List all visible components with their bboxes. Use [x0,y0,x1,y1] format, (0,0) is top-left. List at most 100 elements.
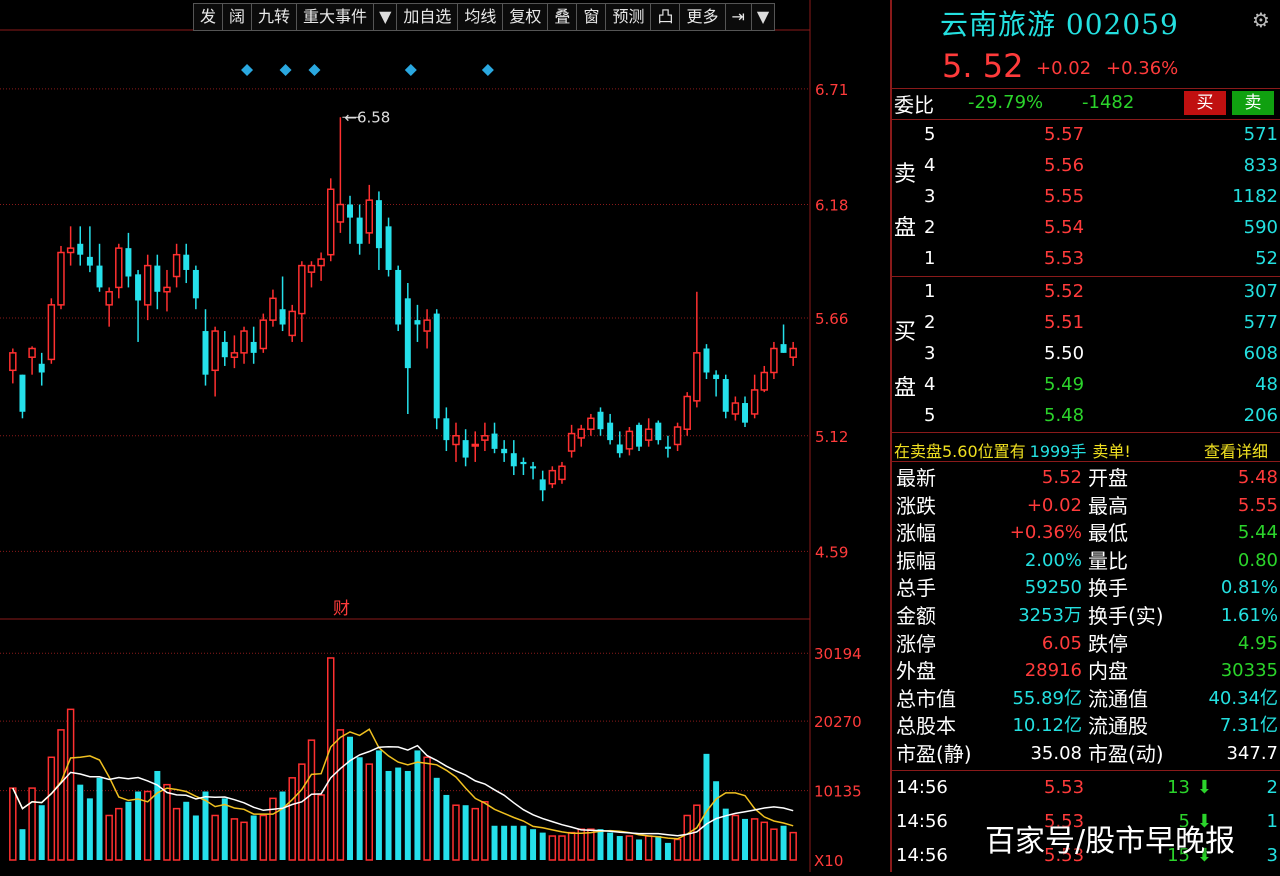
toolbar-more-button[interactable]: 更多 [680,3,726,31]
events-dropdown-icon[interactable]: ▼ [374,3,398,31]
quote-value: 5.44 [1237,522,1278,544]
sell-level: 3 [924,186,936,207]
candle-body-down [375,200,382,249]
candle-body-down [279,309,286,325]
expand-icon[interactable]: ⇥ [725,3,752,31]
volume-bar-down [742,818,748,860]
candle-body-down [491,433,498,449]
candle-body-down [616,444,623,454]
candle-body-up [336,203,345,223]
quote-value: 1.61% [1220,605,1278,626]
buy-level-row[interactable]: 4 5.49 48 [892,371,1280,399]
toolbar-add-watchlist-button[interactable]: 加自选 [397,3,459,31]
sell-button[interactable]: 卖 [1232,91,1274,115]
sell-level: 1 [924,248,936,269]
quote-value: 0.81% [1220,577,1278,599]
candle-body-down [125,248,132,277]
toolbar-window-button[interactable]: 窗 [577,3,607,31]
sell-level-row[interactable]: 3 5.55 1182 [892,183,1280,211]
volume-bar-down [347,736,353,860]
candle-body-up [317,258,325,267]
quote-value: 10.12亿 [1012,715,1082,737]
sell-price: 5.54 [1044,217,1085,238]
volume-bar-down [192,815,199,860]
stock-title: 云南旅游 002059 [940,8,1179,41]
candle-body-up [163,286,171,293]
candle-body-down [501,448,508,454]
sell-level-row[interactable]: 5 5.57 571 [892,121,1280,149]
candle-body-up [760,371,769,391]
candle-body-up [789,347,797,358]
quote-label: 内盘 [1088,659,1128,684]
price-change: +0.02 [1036,58,1092,79]
candle-body-up [143,264,152,306]
quote-label: 外盘 [896,659,936,684]
event-marker-icon [279,64,292,76]
buy-level-row[interactable]: 1 5.52 307 [892,278,1280,306]
price-tick-label: 6.18 [815,197,848,215]
view-detail-link[interactable]: 查看详细 [1204,438,1268,462]
sell-level-row[interactable]: 4 5.56 833 [892,152,1280,180]
quote-row: 外盘 28916 内盘 30335 [892,657,1280,685]
toolbar-overlay-button[interactable]: 叠 [548,3,578,31]
candle-body-up [625,430,634,450]
quote-label: 市盈(动) [1088,742,1164,766]
candle-body-down [135,274,142,301]
volume-bar-down [530,829,537,860]
candle-body-up [683,395,691,430]
volume-bar-up [307,739,316,861]
toolbar-fa-button[interactable]: 发 [193,3,224,31]
candle-body-up [28,347,36,358]
candle-body-down [597,411,604,430]
quote-row: 振幅 2.00% 量比 0.80 [892,547,1280,575]
volume-bar-up [230,818,239,861]
buy-level-row[interactable]: 5 5.48 206 [892,402,1280,430]
buy-level: 2 [924,312,936,333]
kline-chart-area[interactable]: 6.71 6.18 5.66 5.12 4.59 30194 20270 10135 X10 ←6… [0,0,890,872]
quote-panel: 云南旅游 002059 ⚙ 5. 52 +0.02 +0.36% 委比 -29.… [890,0,1280,872]
sell-level-row[interactable]: 2 5.54 590 [892,214,1280,242]
volume-bar-down [404,770,411,860]
sell-level-row[interactable]: 1 5.53 52 [892,245,1280,273]
volume-tick-label: 20270 [814,713,862,731]
candle-body-up [259,319,268,350]
toolbar-forecast-button[interactable]: 预测 [606,3,652,31]
more-dropdown-icon[interactable]: ▼ [751,3,776,31]
toolbar-adjust-button[interactable]: 复权 [503,3,549,31]
candle-body-up [567,432,576,452]
candle-body-down [414,320,421,325]
toolbar-major-events-button[interactable]: 重大事件 [297,3,375,31]
current-price: 5. 52 [942,47,1024,85]
tick-count: 2 [1266,777,1278,798]
price-change-pct: +0.36% [1106,58,1179,79]
tick-row: 14:56 5.53 13 ⬇ 2 [892,774,1280,802]
quote-row: 金额 3253万 换手(实) 1.61% [892,602,1280,630]
volume-bar-down [183,801,190,860]
buy-price: 5.50 [1044,343,1085,364]
event-financial-label: 财 [333,599,350,619]
candle-body-up [240,330,248,354]
quote-label: 涨跌 [896,493,936,518]
toolbar-jiuzhuan-button[interactable]: 九转 [252,3,298,31]
quote-value: 3253万 [1018,605,1082,626]
kline-chart[interactable]: 6.71 6.18 5.66 5.12 4.59 30194 20270 10135 X10 ←6… [0,0,890,872]
volume-bar-up [567,831,576,861]
buy-button[interactable]: 买 [1184,91,1226,115]
gear-icon[interactable]: ⚙ [1252,8,1270,32]
watermark-text: 百家号/股市早晚报 [985,824,1236,859]
buy-level: 3 [924,343,936,364]
buy-volume: 608 [1243,343,1278,364]
volume-bar-up [423,756,431,861]
candle-body-up [269,297,277,321]
down-arrow-icon: ⬇ [1196,777,1212,798]
toolbar-moving-average-button[interactable]: 均线 [458,3,504,31]
toolbar-kuo-button[interactable]: 阔 [223,3,253,31]
buy-level-row[interactable]: 2 5.51 577 [892,309,1280,337]
candle-body-down [356,217,363,244]
toolbar-lock-icon[interactable]: 凸 [651,3,681,31]
quote-value: 5.48 [1237,467,1278,488]
quote-value: 30335 [1220,660,1278,682]
volume-bar-down [433,777,440,860]
buy-level-row[interactable]: 3 5.50 608 [892,340,1280,368]
buy-volume: 48 [1255,374,1278,395]
